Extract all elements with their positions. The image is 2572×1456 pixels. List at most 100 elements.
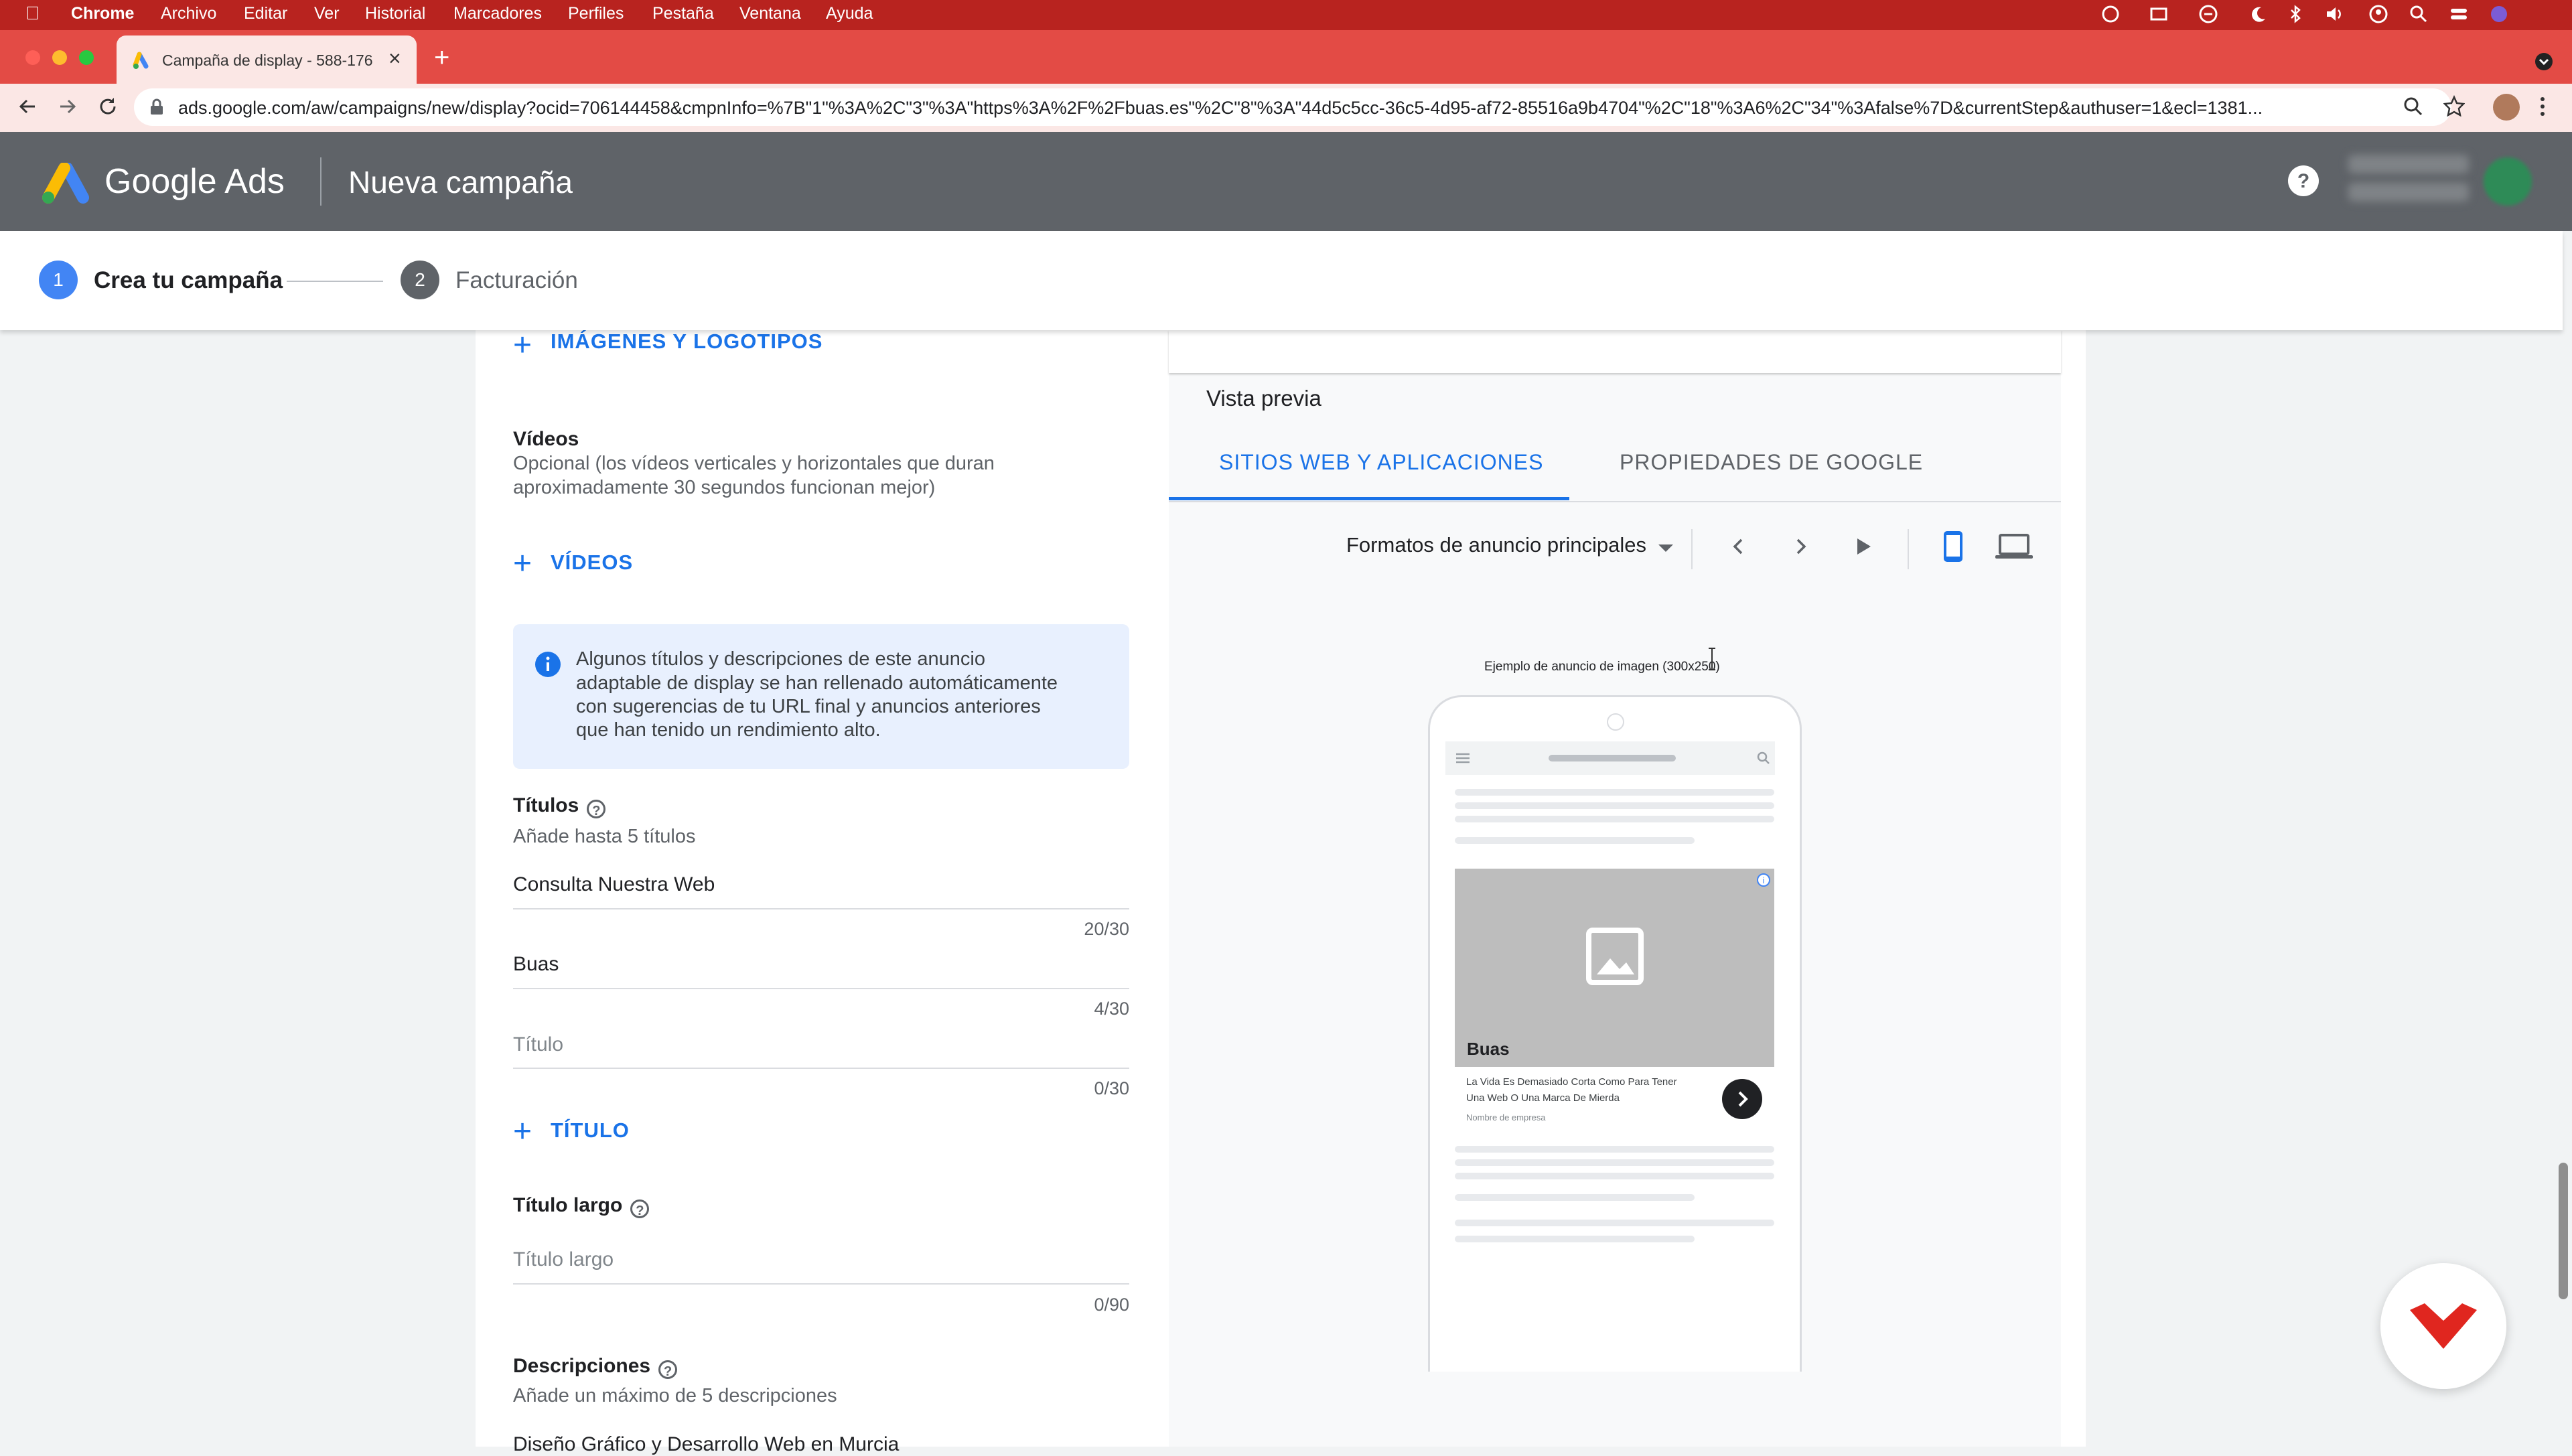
content-placeholder-line (1455, 837, 1695, 844)
tab-search-icon[interactable] (2534, 52, 2553, 71)
product-name[interactable]: Google Ads (104, 161, 285, 202)
videos-desc-line2: aproximadamente 30 segundos funcionan me… (513, 477, 936, 498)
svg-text:?: ? (2297, 170, 2309, 192)
siri-icon[interactable] (2489, 4, 2509, 24)
phone-browser-bar (1445, 741, 1775, 775)
title-input-2-underline (513, 988, 1129, 989)
scrollbar-thumb[interactable] (2559, 1163, 2568, 1299)
close-window-button[interactable] (25, 50, 40, 65)
close-tab-icon[interactable]: × (388, 46, 401, 71)
info-text-line2: adaptable de display se han rellenado au… (576, 672, 1058, 694)
long-title-underline (513, 1283, 1129, 1285)
menu-ver[interactable]: Ver (314, 4, 340, 23)
title-input-1[interactable]: Consulta Nuestra Web (513, 873, 715, 896)
titles-help-icon[interactable]: ? (587, 799, 606, 818)
previous-icon[interactable] (1727, 534, 1751, 559)
title-input-3-underline (513, 1068, 1129, 1069)
browser-tab[interactable]: Campaña de display - 588-176 × (117, 35, 417, 84)
videos-desc-line1: Opcional (los vídeos verticales y horizo… (513, 453, 995, 474)
profile-avatar[interactable] (2493, 94, 2520, 121)
title-input-2[interactable]: Buas (513, 953, 559, 976)
tab-websites-apps[interactable]: SITIOS WEB Y APLICACIONES (1219, 450, 1543, 475)
text-cursor-icon (1709, 648, 1715, 670)
reload-icon[interactable] (96, 95, 119, 118)
menu-pestana[interactable]: Pestaña (652, 4, 714, 23)
menu-chrome[interactable]: Chrome (71, 4, 134, 23)
info-text-line3: con sugerencias de tu URL final y anunci… (576, 696, 1041, 717)
browser-menu-icon[interactable] (2536, 95, 2549, 118)
titles-heading: Títulos? (513, 794, 606, 818)
zoom-icon[interactable] (2403, 96, 2423, 117)
descriptions-hint: Añade un máximo de 5 descripciones (513, 1385, 837, 1406)
long-title-help-icon[interactable]: ? (630, 1199, 650, 1218)
zoom-window-button[interactable] (79, 50, 94, 65)
ad-cta-button[interactable] (1722, 1079, 1762, 1119)
apple-icon[interactable]:  (25, 3, 40, 24)
google-ads-header: Google Ads Nueva campaña ? (0, 132, 2572, 231)
hamburger-menu-icon (1456, 753, 1470, 763)
add-videos-label: VÍDEOS (551, 551, 634, 574)
header-divider (320, 157, 322, 206)
next-icon[interactable] (1788, 534, 1812, 559)
step1-label[interactable]: Crea tu campaña (94, 267, 283, 294)
spotlight-search-icon[interactable] (2409, 4, 2429, 24)
google-ads-favicon-icon (133, 52, 149, 69)
new-tab-button[interactable]: + (434, 43, 449, 73)
google-ads-logo-icon[interactable] (39, 163, 92, 204)
tab-google-properties[interactable]: PROPIEDADES DE GOOGLE (1620, 450, 1923, 475)
vpn-icon[interactable] (2198, 4, 2218, 24)
tabs-divider (1169, 501, 2061, 502)
preview-top-card (1169, 330, 2061, 373)
play-icon[interactable] (1851, 534, 1875, 559)
forward-icon[interactable] (56, 95, 79, 118)
phone-search-icon (1757, 751, 1770, 764)
menu-ayuda[interactable]: Ayuda (826, 4, 873, 23)
minimize-window-button[interactable] (52, 50, 67, 65)
menu-editar[interactable]: Editar (244, 4, 287, 23)
back-icon[interactable] (16, 95, 39, 118)
add-icon: + (513, 1114, 532, 1149)
content-placeholder-line (1455, 1173, 1774, 1179)
menu-ventana[interactable]: Ventana (739, 4, 801, 23)
lock-icon[interactable] (149, 98, 165, 116)
content-placeholder-line (1455, 816, 1774, 822)
active-tab-indicator (1169, 497, 1569, 500)
add-icon: + (513, 546, 532, 581)
help-icon[interactable]: ? (2287, 164, 2320, 198)
account-id-blurred (2348, 155, 2469, 173)
ad-choices-icon: i (1757, 873, 1770, 887)
user-icon[interactable] (2368, 4, 2388, 24)
menu-historial[interactable]: Historial (365, 4, 425, 23)
content-placeholder-line (1455, 1146, 1774, 1153)
step2-label[interactable]: Facturación (455, 267, 578, 294)
descriptions-help-icon[interactable]: ? (658, 1360, 678, 1379)
bookmark-star-icon[interactable] (2443, 95, 2465, 117)
account-avatar[interactable] (2484, 157, 2532, 206)
floating-brand-button[interactable] (2380, 1263, 2506, 1389)
ad-headline: Buas (1467, 1039, 1510, 1059)
menu-archivo[interactable]: Archivo (161, 4, 216, 23)
image-placeholder-icon (1586, 928, 1644, 985)
volume-icon[interactable] (2324, 4, 2344, 24)
control-center-icon[interactable] (2449, 4, 2469, 24)
address-bar[interactable]: ads.google.com/aw/campaigns/new/display?… (134, 88, 2451, 126)
creative-cloud-icon[interactable] (2100, 4, 2121, 24)
moon-icon[interactable] (2248, 4, 2268, 24)
title-input-1-underline (513, 908, 1129, 909)
sample-ad[interactable]: Buas i (1455, 869, 1774, 1070)
mobile-device-icon[interactable] (1941, 529, 1965, 564)
account-email-blurred (2348, 183, 2469, 202)
description-input-1[interactable]: Diseño Gráfico y Desarrollo Web en Murci… (513, 1433, 899, 1456)
long-title-input[interactable]: Título largo (513, 1248, 614, 1271)
screen-icon[interactable] (2149, 4, 2169, 24)
menu-marcadores[interactable]: Marcadores (453, 4, 542, 23)
content-placeholder-line (1455, 1236, 1695, 1242)
info-text-line1: Algunos títulos y descripciones de este … (576, 648, 985, 670)
brand-logo-icon (2410, 1303, 2477, 1349)
title-input-3[interactable]: Título (513, 1033, 563, 1056)
long-title-heading: Título largo? (513, 1194, 650, 1218)
desktop-device-icon[interactable] (1995, 533, 2033, 560)
ad-format-select[interactable]: Formatos de anuncio principales (1346, 533, 1674, 557)
menu-perfiles[interactable]: Perfiles (568, 4, 624, 23)
bluetooth-icon[interactable] (2285, 4, 2305, 24)
